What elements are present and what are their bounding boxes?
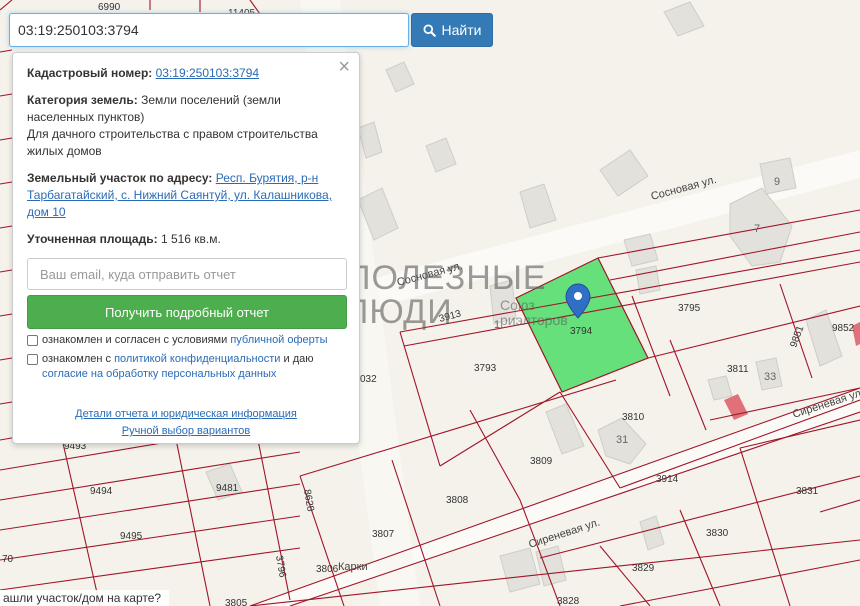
- parcel-label: 9481: [216, 483, 239, 494]
- consent-offer-checkbox[interactable]: [27, 335, 38, 346]
- consent-offer-row: ознакомлен и согласен с условиями публич…: [27, 333, 345, 348]
- found-parcel-prompt[interactable]: ашли участок/дом на карте?: [0, 590, 170, 606]
- house-number: 1: [494, 319, 500, 331]
- house-number: 9: [774, 176, 780, 188]
- cadastral-number-link[interactable]: 03:19:250103:3794: [156, 66, 259, 80]
- parcel-label: 6990: [98, 2, 121, 13]
- address-label: Земельный участок по адресу:: [27, 171, 213, 185]
- area-value: 1 516 кв.м.: [160, 232, 221, 246]
- personal-data-consent-link[interactable]: согласие на обработку персональных данны…: [42, 368, 276, 380]
- parcel-label: 3793: [474, 363, 497, 374]
- parcel-label: 9494: [90, 486, 113, 497]
- parcel-label: 9852: [832, 323, 855, 334]
- get-report-button[interactable]: Получить подробный отчет: [27, 295, 347, 329]
- consent-privacy-checkbox[interactable]: [27, 354, 38, 365]
- search-button-label: Найти: [441, 22, 482, 38]
- parcel-label: 3828: [557, 596, 580, 606]
- parcel-label: 3831: [796, 486, 819, 497]
- parcel-label: 3795: [678, 303, 701, 314]
- parcel-label: 3809: [530, 456, 553, 467]
- parcel-label: 3806: [316, 564, 339, 575]
- parcel-label: 3810: [622, 412, 645, 423]
- search-icon: [423, 23, 436, 37]
- parcel-label: 3808: [446, 495, 469, 506]
- consent-privacy-text: ознакомлен с: [42, 353, 115, 365]
- cadastral-label: Кадастровый номер:: [27, 66, 153, 80]
- category-label: Категория земель:: [27, 93, 138, 107]
- parcel-label: 3914: [656, 474, 679, 485]
- report-details-link[interactable]: Детали отчета и юридическая информация: [75, 408, 297, 420]
- search-input[interactable]: [9, 13, 409, 47]
- public-offer-link[interactable]: публичной оферты: [230, 334, 327, 346]
- parcel-label: 3811: [727, 364, 749, 375]
- search-button[interactable]: Найти: [411, 13, 493, 47]
- locality-label: Карки: [338, 561, 368, 573]
- close-icon[interactable]: ×: [338, 57, 350, 77]
- parcel-label: 3829: [632, 563, 655, 574]
- address-row: Земельный участок по адресу: Респ. Бурят…: [27, 170, 345, 221]
- consent-offer-text: ознакомлен и согласен с условиями: [42, 334, 231, 346]
- house-number: 7: [754, 223, 760, 235]
- area-row: Уточненная площадь: 1 516 кв.м.: [27, 231, 345, 248]
- parcel-label: 032: [360, 374, 377, 385]
- panel-footer-links: Детали отчета и юридическая информация Р…: [27, 406, 345, 440]
- parcel-label: 9495: [120, 531, 143, 542]
- parcel-info-panel: × Кадастровый номер: 03:19:250103:3794 К…: [12, 52, 360, 444]
- parcel-label: 70: [2, 554, 14, 565]
- consent-privacy-row: ознакомлен с политикой конфиденциальност…: [27, 352, 345, 382]
- house-number: 33: [764, 371, 776, 383]
- category-row: Категория земель: Земли поселений (земли…: [27, 92, 345, 160]
- house-number: 31: [616, 434, 628, 446]
- email-field[interactable]: [27, 258, 347, 290]
- manual-selection-link[interactable]: Ручной выбор вариантов: [122, 425, 250, 437]
- parcel-label: 3794: [570, 326, 593, 337]
- cadastral-row: Кадастровый номер: 03:19:250103:3794: [27, 65, 345, 82]
- parcel-label: 3807: [372, 529, 395, 540]
- parcel-label: 3805: [225, 598, 248, 606]
- area-label: Уточненная площадь:: [27, 232, 158, 246]
- usage-value: Для дачного строительства с правом строи…: [27, 127, 318, 158]
- parcel-label: 3830: [706, 528, 729, 539]
- consent-privacy-mid: и даю: [280, 353, 314, 365]
- privacy-policy-link[interactable]: политикой конфиденциальности: [114, 353, 280, 365]
